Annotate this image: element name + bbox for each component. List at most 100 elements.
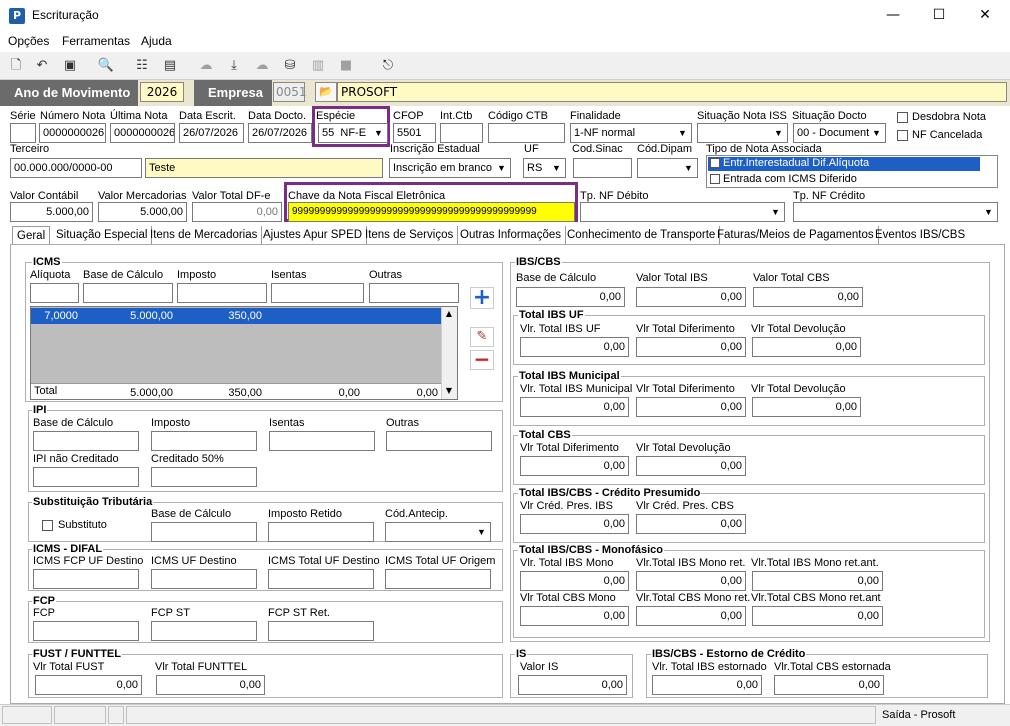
menu-ferramentas[interactable]: Ferramentas bbox=[62, 34, 130, 48]
fcp-field[interactable] bbox=[33, 621, 139, 641]
tp-cred-dropdown[interactable]: ▼ bbox=[793, 202, 998, 222]
ibsmun-dif-field[interactable]: 0,00 bbox=[636, 397, 746, 417]
especie-dropdown[interactable]: 55 NF-E ▼ bbox=[318, 123, 388, 143]
tab-eventos-ibscbs[interactable]: Eventos IBS/CBS bbox=[871, 226, 969, 244]
tab-geral[interactable]: Geral bbox=[12, 226, 51, 244]
mono-cbs-ret-field[interactable]: 0,00 bbox=[636, 606, 746, 626]
finalidade-dropdown[interactable]: 1-NF normal ▼ bbox=[570, 123, 692, 143]
tab-itens-servicos[interactable]: Itens de Serviços bbox=[361, 226, 459, 244]
uf-dropdown[interactable]: RS ▼ bbox=[523, 158, 566, 178]
valor-dfe-field[interactable]: 0,00 bbox=[192, 202, 282, 222]
minimize-button[interactable]: — bbox=[870, 0, 916, 30]
cloud-icon[interactable]: ☁ bbox=[196, 56, 216, 76]
sit-docto-dropdown[interactable]: 00 - Document ▼ bbox=[793, 123, 886, 143]
icms-base-input[interactable] bbox=[83, 283, 173, 303]
fust-field[interactable]: 0,00 bbox=[35, 675, 142, 695]
ibsmun-total-field[interactable]: 0,00 bbox=[520, 397, 629, 417]
tipo-assoc-opt-2[interactable]: Entrada com ICMS Diferido bbox=[723, 173, 857, 185]
report-icon[interactable]: ▤ bbox=[160, 56, 180, 76]
edit-icon[interactable]: ✎ bbox=[470, 327, 494, 347]
serie-field[interactable] bbox=[10, 123, 36, 143]
funttel-field[interactable]: 0,00 bbox=[156, 675, 265, 695]
valor-contabil-field[interactable]: 5.000,00 bbox=[10, 202, 93, 222]
mono-cbs-field[interactable]: 0,00 bbox=[520, 606, 629, 626]
new-document-icon[interactable]: 🗋 bbox=[6, 56, 26, 76]
exit-icon[interactable]: ⎋ bbox=[378, 56, 398, 76]
ibscbs-cbs-field[interactable]: 0,00 bbox=[753, 287, 863, 307]
terceiro-cnpj-field[interactable]: 00.000.000/0000-00 bbox=[10, 158, 142, 178]
fcp-st-ret-field[interactable] bbox=[268, 621, 374, 641]
terceiro-nome-field[interactable]: Teste bbox=[145, 158, 383, 178]
ipi-isentas-field[interactable] bbox=[269, 431, 375, 451]
menu-ajuda[interactable]: Ajuda bbox=[141, 34, 172, 48]
st-base-field[interactable] bbox=[151, 522, 257, 542]
scroll-down-icon[interactable]: ▼ bbox=[443, 386, 455, 398]
cbs-dif-field[interactable]: 0,00 bbox=[520, 456, 629, 476]
estorno-ibs-field[interactable]: 0,00 bbox=[652, 675, 762, 695]
ie-dropdown[interactable]: Inscrição em branco ▼ bbox=[389, 158, 511, 178]
presumido-cbs-field[interactable]: 0,00 bbox=[636, 514, 746, 534]
valor-merc-field[interactable]: 5.000,00 bbox=[98, 202, 187, 222]
icms-isentas-input[interactable] bbox=[271, 283, 364, 303]
mono-ibs-retant-field[interactable]: 0,00 bbox=[752, 571, 883, 591]
tab-faturas[interactable]: Faturas/Meios de Pagamentos bbox=[713, 226, 879, 244]
add-icon[interactable]: + bbox=[470, 287, 494, 309]
ibsuf-dev-field[interactable]: 0,00 bbox=[752, 337, 861, 357]
print-preview-icon[interactable]: 🔍 bbox=[96, 56, 116, 76]
icms-outras-input[interactable] bbox=[369, 283, 459, 303]
mono-ibs-field[interactable]: 0,00 bbox=[520, 571, 629, 591]
difal-total-origem-field[interactable] bbox=[385, 569, 491, 589]
tab-conhecimento-transporte[interactable]: Conhecimento de Transporte bbox=[563, 226, 721, 244]
tab-situacao-especial[interactable]: Situação Especial bbox=[52, 226, 153, 244]
codsinac-field[interactable] bbox=[573, 158, 632, 178]
ipi-nao-creditado-field[interactable] bbox=[33, 467, 139, 487]
close-button[interactable]: ✕ bbox=[962, 0, 1008, 30]
coddipam-dropdown[interactable]: ▼ bbox=[637, 158, 698, 178]
ipi-base-field[interactable] bbox=[33, 431, 139, 451]
tree-list-icon[interactable]: ☷ bbox=[132, 56, 152, 76]
estorno-cbs-field[interactable]: 0,00 bbox=[774, 675, 884, 695]
empresa-name-field[interactable]: PROSOFT bbox=[337, 82, 1007, 102]
ano-field[interactable]: 2026 bbox=[140, 82, 184, 102]
difal-total-destino-field[interactable] bbox=[268, 569, 374, 589]
st-antecip-dropdown[interactable]: ▼ bbox=[385, 522, 491, 542]
is-field[interactable]: 0,00 bbox=[518, 675, 627, 695]
presumido-ibs-field[interactable]: 0,00 bbox=[520, 514, 629, 534]
download-icon[interactable]: ⤓ bbox=[224, 56, 244, 76]
menu-opcoes[interactable]: Opções bbox=[8, 34, 49, 48]
st-imposto-field[interactable] bbox=[268, 522, 374, 542]
intctb-field[interactable] bbox=[440, 123, 483, 143]
scroll-up-icon[interactable]: ▲ bbox=[443, 309, 455, 321]
ibsmun-dev-field[interactable]: 0,00 bbox=[752, 397, 861, 417]
remove-icon[interactable]: − bbox=[470, 349, 494, 370]
numero-field[interactable]: 0000000026 bbox=[39, 123, 106, 143]
ipi-creditado50-field[interactable] bbox=[151, 467, 257, 487]
mono-cbs-retant-field[interactable]: 0,00 bbox=[752, 606, 883, 626]
fcp-st-field[interactable] bbox=[151, 621, 257, 641]
sit-iss-dropdown[interactable]: ▼ bbox=[697, 123, 788, 143]
icms-aliquota-input[interactable] bbox=[30, 283, 79, 303]
cib-icon[interactable]: ⛁ bbox=[280, 56, 300, 76]
cancelada-checkbox[interactable] bbox=[897, 130, 908, 141]
split-icon[interactable]: ▥ bbox=[308, 56, 328, 76]
desdobra-checkbox[interactable] bbox=[897, 112, 908, 123]
ipi-outras-field[interactable] bbox=[386, 431, 492, 451]
block-icon[interactable]: ■ bbox=[336, 56, 356, 76]
cfop-field[interactable]: 5501 bbox=[393, 123, 436, 143]
chave-field[interactable]: 9999999999999999999999999999999999999999… bbox=[288, 202, 575, 222]
undo-icon[interactable]: ↶ bbox=[32, 56, 52, 76]
tp-deb-dropdown[interactable]: ▼ bbox=[580, 202, 785, 222]
ipi-imposto-field[interactable] bbox=[151, 431, 257, 451]
ibsuf-total-field[interactable]: 0,00 bbox=[520, 337, 629, 357]
maximize-button[interactable]: ☐ bbox=[916, 0, 962, 30]
ibscbs-base-field[interactable]: 0,00 bbox=[516, 287, 625, 307]
tipo-assoc-checkbox-2[interactable] bbox=[710, 174, 720, 184]
mono-ibs-ret-field[interactable]: 0,00 bbox=[636, 571, 746, 591]
difal-uf-destino-field[interactable] bbox=[151, 569, 257, 589]
icms-imposto-input[interactable] bbox=[177, 283, 267, 303]
cbs-dev-field[interactable]: 0,00 bbox=[636, 456, 746, 476]
ultima-field[interactable]: 0000000026 bbox=[110, 123, 175, 143]
tab-itens-mercadorias[interactable]: Itens de Mercadorias bbox=[146, 226, 263, 244]
substituto-checkbox[interactable] bbox=[42, 520, 53, 531]
data-escrit-field[interactable]: 26/07/2026 bbox=[179, 123, 244, 143]
